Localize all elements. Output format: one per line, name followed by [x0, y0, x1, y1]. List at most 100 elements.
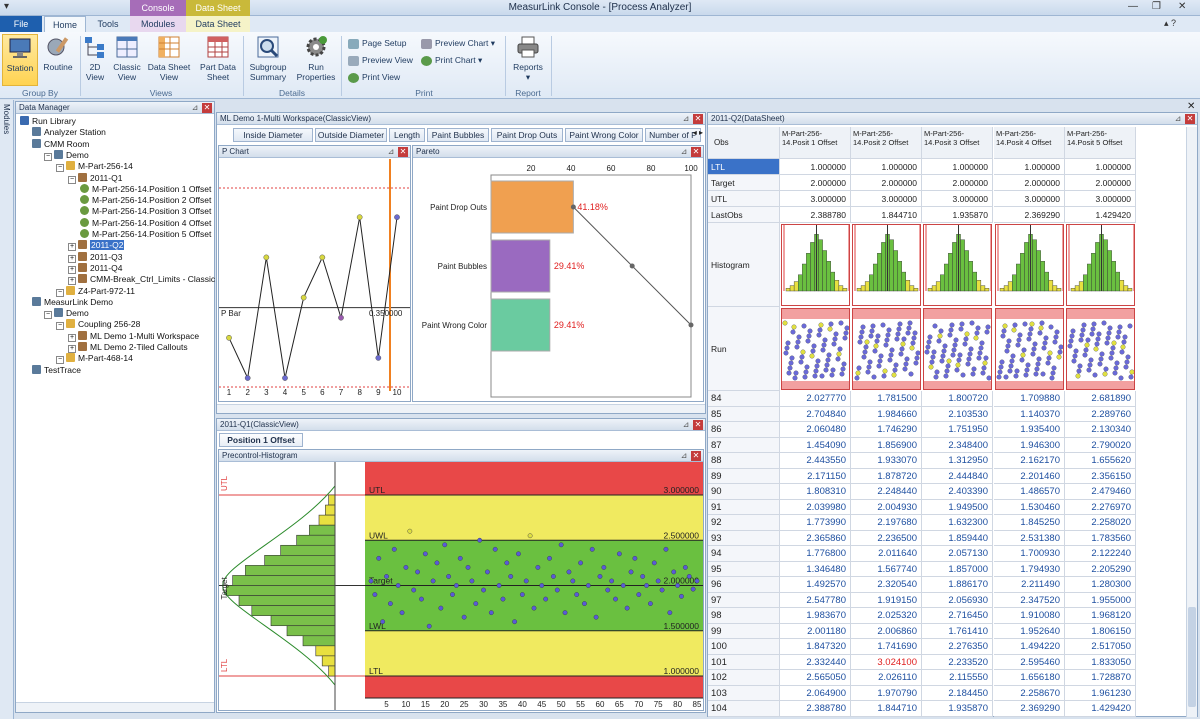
part-data-sheet-button[interactable]: Part Data Sheet [196, 34, 240, 82]
expand-toggle-icon[interactable]: − [68, 175, 76, 184]
quick-access-icon[interactable]: ▾ [4, 1, 9, 12]
tree-node[interactable]: M-Part-256-14.Position 5 Offset [80, 229, 211, 240]
tree-node[interactable]: Run Library [20, 116, 76, 127]
classic-view-button[interactable]: Classic View [112, 34, 142, 82]
preview-chart-button[interactable]: Preview Chart ▾ [421, 36, 495, 50]
precontrol-point [477, 537, 483, 543]
close-panel-icon[interactable]: ✕ [202, 103, 212, 113]
tab-file[interactable]: File [0, 16, 42, 32]
tree-node[interactable]: + ML Demo 1-Multi Workspace [68, 330, 199, 342]
maximize-icon[interactable]: ❐ [1152, 1, 1161, 12]
close-panel-icon[interactable]: ✕ [691, 147, 701, 157]
close-panel-icon[interactable]: ✕ [1185, 114, 1195, 124]
pin-icon[interactable]: ⊿ [386, 147, 396, 157]
expand-toggle-icon[interactable]: + [68, 345, 76, 353]
expand-toggle-icon[interactable]: + [68, 243, 76, 252]
minimize-icon[interactable]: — [1128, 1, 1138, 12]
close-panel-icon[interactable]: ✕ [693, 114, 703, 124]
tree-node[interactable]: +2011-Q4 [68, 262, 122, 274]
pin-icon[interactable]: ⊿ [1173, 114, 1183, 124]
data-sheet-view-button[interactable]: Data Sheet View [146, 34, 192, 82]
tab-data-sheet[interactable]: Data Sheet [186, 16, 250, 32]
tree-node[interactable]: +2011-Q3 [68, 251, 122, 263]
reports-button[interactable]: Reports ▾ [508, 34, 548, 82]
tree-node[interactable]: TestTrace [32, 364, 81, 376]
data-cell: 2.064900 [780, 685, 851, 701]
expand-toggle-icon[interactable]: + [68, 333, 76, 342]
expand-toggle-icon[interactable]: − [44, 311, 52, 320]
pin-icon[interactable]: ⊿ [679, 147, 689, 157]
tree-node[interactable]: M-Part-256-14.Position 3 Offset [80, 206, 211, 217]
zone-label-utl: UTL [369, 485, 385, 495]
modules-side-tab[interactable]: Modules [2, 104, 11, 134]
tree-node[interactable]: − M-Part-468-14 [56, 353, 133, 365]
expand-toggle-icon[interactable]: − [56, 288, 64, 297]
print-view-button[interactable]: Print View [348, 70, 400, 84]
tree-node[interactable]: M-Part-256-14.Position 2 Offset [80, 195, 211, 206]
tab-position-1-offset[interactable]: Position 1 Offset [219, 433, 303, 447]
tree-node[interactable]: MeasurLink Demo [32, 296, 113, 308]
expand-toggle-icon[interactable]: + [68, 254, 76, 263]
workspace-tab[interactable]: Inside Diameter [233, 128, 313, 142]
pin-icon[interactable]: ⊿ [681, 420, 691, 430]
mini-run-point [959, 321, 965, 327]
run-properties-button[interactable]: Run Properties [294, 34, 338, 82]
page-setup-button[interactable]: Page Setup [348, 36, 406, 50]
expand-toggle-icon[interactable]: − [56, 356, 64, 365]
workspace-tab[interactable]: Paint Bubbles [427, 128, 489, 142]
pin-icon[interactable]: ⊿ [681, 114, 691, 124]
preview-view-button[interactable]: Preview View [348, 53, 413, 67]
workspace-tab[interactable]: Paint Drop Outs [491, 128, 563, 142]
tab-modules[interactable]: Modules [130, 16, 186, 32]
datasheet-vertical-scrollbar[interactable] [1186, 127, 1197, 717]
workspace-tab[interactable]: Paint Wrong Color [565, 128, 643, 142]
tree-node[interactable]: + ML Demo 2-Tiled Callouts [68, 342, 188, 353]
expand-toggle-icon[interactable]: − [44, 152, 52, 161]
tree-node[interactable]: +2011-Q2 [68, 240, 125, 252]
tree-node[interactable]: + CMM-Break_Ctrl_Limits - Classic On [68, 274, 229, 286]
tree-node[interactable]: − Z4-Part-972-11 [56, 285, 135, 297]
scrollbar-thumb[interactable] [1188, 607, 1196, 707]
tree-node[interactable]: − M-Part-256-14 [56, 161, 133, 173]
tree-node[interactable]: − 2011-Q1 [68, 172, 122, 184]
tree-horizontal-scrollbar[interactable] [16, 702, 214, 712]
tree-node[interactable]: CMM Room [32, 138, 89, 150]
tab-tools[interactable]: Tools [88, 16, 128, 32]
2d-view-button[interactable]: 2D View [82, 34, 108, 82]
tree-node[interactable]: M-Part-256-14.Position 1 Offset [80, 183, 211, 195]
close-panel-icon[interactable]: ✕ [693, 420, 703, 430]
mini-run-point [969, 320, 975, 326]
mini-histogram-bin [864, 281, 870, 292]
workspace-tab[interactable]: Length [389, 128, 425, 142]
precontrol-point [613, 596, 618, 602]
mini-histogram-bin [860, 285, 866, 292]
expand-toggle-icon[interactable]: + [68, 277, 76, 286]
print-chart-button[interactable]: Print Chart ▾ [421, 53, 482, 67]
close-panel-icon[interactable]: ✕ [691, 451, 701, 461]
tree-node[interactable]: Analyzer Station [32, 127, 106, 138]
station-button[interactable]: Station [2, 34, 38, 86]
pareto-bar [490, 239, 551, 293]
mini-run-point [1125, 354, 1131, 360]
preview-view-label: Preview View [362, 55, 413, 65]
close-icon[interactable]: ✕ [1178, 1, 1186, 12]
close-document-icon[interactable]: ✕ [1187, 101, 1195, 112]
pin-icon[interactable]: ⊿ [679, 451, 689, 461]
workspace-tab[interactable]: Outside Diameter [315, 128, 387, 142]
tree-node[interactable]: − Demo [44, 149, 89, 161]
precontrol-point [671, 569, 677, 575]
tree-node[interactable]: − Demo [44, 308, 89, 320]
expand-toggle-icon[interactable]: + [68, 265, 76, 274]
workspace-scrollbar[interactable] [217, 404, 705, 413]
help-icon[interactable]: ▴ ? [1164, 18, 1176, 29]
tab-home[interactable]: Home [44, 16, 86, 32]
tree-node[interactable]: M-Part-256-14.Position 4 Offset [80, 217, 211, 229]
pin-icon[interactable]: ⊿ [190, 103, 200, 113]
tree-node[interactable]: − Coupling 256-28 [56, 319, 140, 331]
routine-button[interactable]: Routine [40, 34, 76, 72]
close-panel-icon[interactable]: ✕ [398, 147, 408, 157]
subgroup-summary-button[interactable]: Subgroup Summary [246, 34, 290, 82]
expand-toggle-icon[interactable]: − [56, 322, 64, 331]
expand-toggle-icon[interactable]: − [56, 164, 64, 173]
tab-scroll-icon[interactable]: ◂ ▸ [693, 128, 703, 137]
